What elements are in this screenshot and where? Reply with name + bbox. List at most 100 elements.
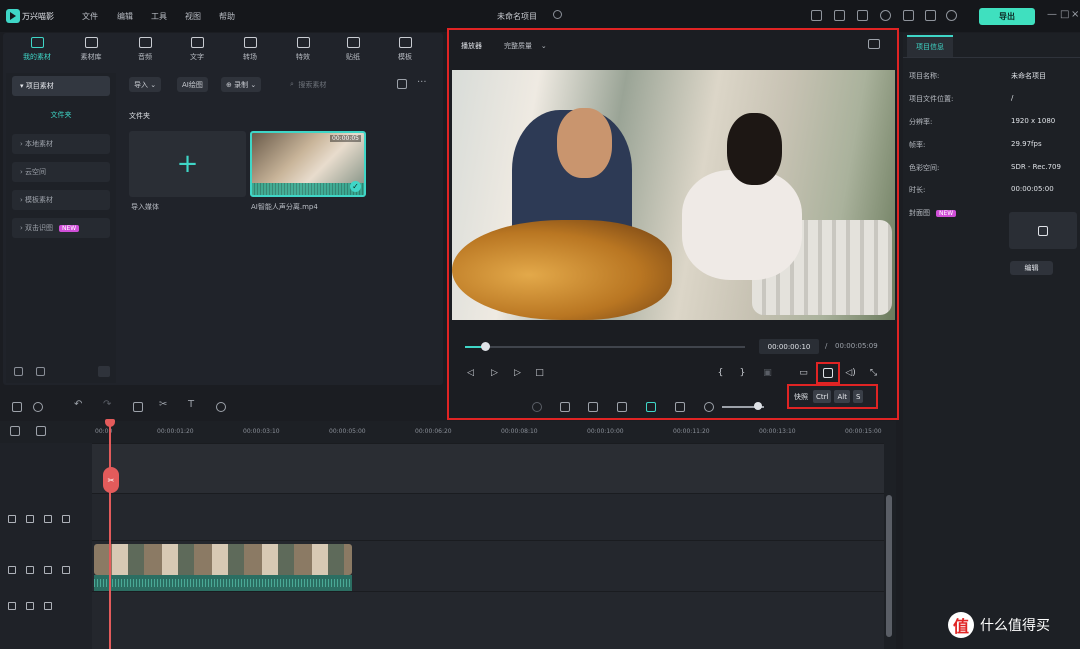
lock-icon[interactable]: [26, 566, 34, 574]
add-track-icon[interactable]: [10, 426, 20, 436]
delete-icon[interactable]: [133, 402, 143, 412]
magnet-icon[interactable]: [646, 402, 656, 412]
gift-icon[interactable]: [903, 10, 914, 21]
cart-icon[interactable]: [925, 10, 936, 21]
zoom-select-icon[interactable]: [33, 402, 43, 412]
import-dropdown[interactable]: 导入 ⌄: [129, 77, 162, 92]
snapshot-button[interactable]: [816, 362, 840, 384]
cut-icon[interactable]: ✂: [159, 399, 169, 410]
media-search-input[interactable]: ⌕ 搜索素材: [290, 77, 385, 92]
quality-dropdown[interactable]: 完整质量 ⌄: [504, 41, 547, 51]
nav-template-media[interactable]: › 模板素材: [12, 190, 110, 210]
timeline-scrollbar[interactable]: [886, 495, 892, 637]
record-dropdown[interactable]: ⊕ 录制 ⌄: [221, 77, 262, 92]
nav-project-media[interactable]: ▾ 项目素材: [12, 76, 110, 96]
lightbulb-icon[interactable]: [880, 10, 891, 21]
progress-track[interactable]: [465, 346, 745, 348]
cover-image-box[interactable]: [1009, 212, 1077, 249]
mark-in-icon[interactable]: {: [715, 367, 726, 378]
tab-audio[interactable]: 音频: [119, 37, 171, 67]
current-time[interactable]: 00:00:00:10: [759, 339, 819, 354]
nav-image-search[interactable]: › 双击识图 NEW: [12, 218, 110, 238]
playhead-grip[interactable]: ✂: [103, 467, 119, 493]
audio-icon[interactable]: [44, 515, 52, 523]
timeline-empty-lane[interactable]: [92, 443, 884, 493]
track-2-controls[interactable]: [8, 566, 70, 574]
audio-track[interactable]: [92, 591, 884, 649]
clock-icon[interactable]: [553, 10, 562, 19]
filter-icon[interactable]: [397, 79, 407, 89]
ai-button[interactable]: AI绘图: [177, 77, 208, 92]
undo-icon[interactable]: ↶: [74, 399, 84, 410]
nav-folder[interactable]: 文件夹: [12, 105, 110, 125]
grid-icon[interactable]: [12, 402, 22, 412]
marker-icon[interactable]: [588, 402, 598, 412]
download-icon[interactable]: [857, 10, 868, 21]
render-icon[interactable]: ▣: [762, 367, 773, 378]
tab-text[interactable]: 文字: [171, 37, 223, 67]
maximize-icon[interactable]: □: [1060, 9, 1069, 20]
fullscreen-icon[interactable]: ⤡: [868, 367, 879, 378]
play-icon[interactable]: ▷: [512, 367, 523, 378]
menu-tools[interactable]: 工具: [151, 11, 167, 22]
zoom-handle[interactable]: [753, 402, 762, 410]
timeline-video-clip[interactable]: [94, 544, 352, 575]
zoom-out-icon[interactable]: [704, 402, 714, 412]
user-icon[interactable]: [946, 10, 957, 21]
record-icon[interactable]: [532, 402, 542, 412]
folder-icon[interactable]: [36, 367, 45, 376]
import-media-tile[interactable]: +: [129, 131, 246, 197]
link-icon[interactable]: [36, 426, 46, 436]
play-back-icon[interactable]: ▷: [489, 367, 500, 378]
progress-handle[interactable]: [480, 342, 490, 351]
shield-icon[interactable]: [560, 402, 570, 412]
timeline-audio-waveform[interactable]: [94, 575, 352, 591]
save-icon[interactable]: [834, 10, 845, 21]
cover-edit-button[interactable]: 编辑: [1010, 261, 1053, 275]
redo-icon[interactable]: ↷: [103, 399, 113, 410]
ai-tool-icon[interactable]: [617, 402, 627, 412]
eye-icon[interactable]: [62, 515, 70, 523]
video-preview[interactable]: [452, 70, 895, 320]
subtitle-icon[interactable]: [675, 402, 685, 412]
monitor-icon[interactable]: [811, 10, 822, 21]
nav-local-media[interactable]: › 本地素材: [12, 134, 110, 154]
nav-cloud[interactable]: › 云空间: [12, 162, 110, 182]
audio-track-controls[interactable]: [8, 602, 52, 610]
close-icon[interactable]: ×: [1071, 9, 1079, 20]
export-button[interactable]: 导出: [979, 8, 1035, 25]
playhead-line[interactable]: [109, 421, 111, 649]
volume-icon[interactable]: ◁): [845, 367, 856, 378]
lock-icon[interactable]: [26, 602, 34, 610]
lock-icon[interactable]: [26, 515, 34, 523]
tab-sticker[interactable]: 贴纸: [327, 37, 379, 67]
media-clip-thumbnail[interactable]: 00:00:05 ✓: [250, 131, 366, 197]
audio-icon[interactable]: [44, 566, 52, 574]
tab-transition[interactable]: 转场: [224, 37, 276, 67]
more-icon[interactable]: ···: [417, 77, 427, 88]
tab-library[interactable]: 素材库: [65, 37, 117, 67]
tab-effects[interactable]: 特效: [277, 37, 329, 67]
tab-project-info[interactable]: 项目信息: [907, 35, 953, 57]
eye-icon[interactable]: [62, 566, 70, 574]
tab-template[interactable]: 模板: [379, 37, 431, 67]
tab-my-media[interactable]: 我的素材: [11, 37, 63, 67]
collapse-panel-icon[interactable]: [98, 366, 110, 377]
text-tool-icon[interactable]: T: [188, 399, 198, 410]
minimize-icon[interactable]: —: [1047, 9, 1057, 20]
mark-out-icon[interactable]: }: [737, 367, 748, 378]
prev-frame-icon[interactable]: ◁: [465, 367, 476, 378]
menu-view[interactable]: 视图: [185, 11, 201, 22]
speed-icon[interactable]: [216, 402, 226, 412]
video-track-1[interactable]: [92, 493, 884, 540]
stop-icon[interactable]: □: [534, 367, 545, 378]
display-icon[interactable]: ▭: [798, 367, 809, 378]
audio-icon[interactable]: [44, 602, 52, 610]
image-icon[interactable]: [868, 39, 880, 49]
menu-file[interactable]: 文件: [82, 11, 98, 22]
folder-add-icon[interactable]: [14, 367, 23, 376]
track-1-controls[interactable]: [8, 515, 70, 523]
menu-help[interactable]: 帮助: [219, 11, 235, 22]
timeline-ruler[interactable]: 00:00 00:00:01:20 00:00:03:10 00:00:05:0…: [95, 423, 896, 441]
menu-edit[interactable]: 编辑: [117, 11, 133, 22]
